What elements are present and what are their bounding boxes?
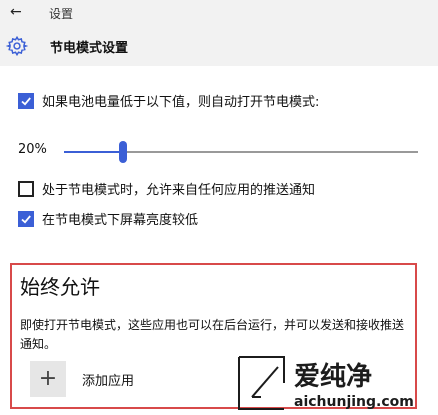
add-app-label[interactable]: 添加应用: [82, 370, 134, 389]
svg-text:aichunjing.com: aichunjing.com: [294, 394, 414, 410]
title-bar: ← 设置: [0, 0, 438, 26]
slider-thumb[interactable]: [119, 141, 127, 163]
checkmark-icon: [21, 214, 31, 223]
gear-icon: [6, 35, 28, 57]
lower-brightness-row[interactable]: 在节电模式下屏幕亮度较低: [18, 209, 198, 228]
plus-icon: +: [38, 366, 58, 391]
auto-enable-row[interactable]: 如果电池电量低于以下值，则自动打开节电模式:: [18, 91, 319, 110]
svg-text:爱纯净: 爱纯净: [294, 361, 372, 392]
page-title: 节电模式设置: [50, 41, 129, 56]
section-description: 即使打开节电模式，这些应用也可以在后台运行，并可以发送和接收推送通知。: [20, 318, 405, 351]
lower-brightness-checkbox[interactable]: [18, 210, 34, 227]
allow-push-row[interactable]: 处于节电模式时，允许来自任何应用的推送通知: [18, 179, 315, 198]
allow-push-checkbox[interactable]: [18, 180, 34, 197]
section-heading: 始终允许: [20, 275, 100, 299]
threshold-value: 20%: [18, 142, 47, 157]
auto-enable-label: 如果电池电量低于以下值，则自动打开节电模式:: [42, 95, 320, 110]
checkmark-icon: [21, 96, 31, 105]
app-title: 设置: [49, 7, 74, 21]
back-arrow-icon[interactable]: ←: [10, 4, 22, 20]
lower-brightness-label: 在节电模式下屏幕亮度较低: [42, 213, 199, 228]
watermark-logo: 爱纯净 aichunjing.com: [238, 356, 414, 410]
add-app-button[interactable]: +: [30, 361, 66, 397]
battery-threshold-slider[interactable]: [64, 141, 418, 163]
allow-push-label: 处于节电模式时，允许来自任何应用的推送通知: [42, 183, 316, 198]
auto-enable-checkbox[interactable]: [18, 92, 34, 109]
page-header: 节电模式设置: [0, 26, 438, 66]
slider-fill: [64, 151, 123, 153]
